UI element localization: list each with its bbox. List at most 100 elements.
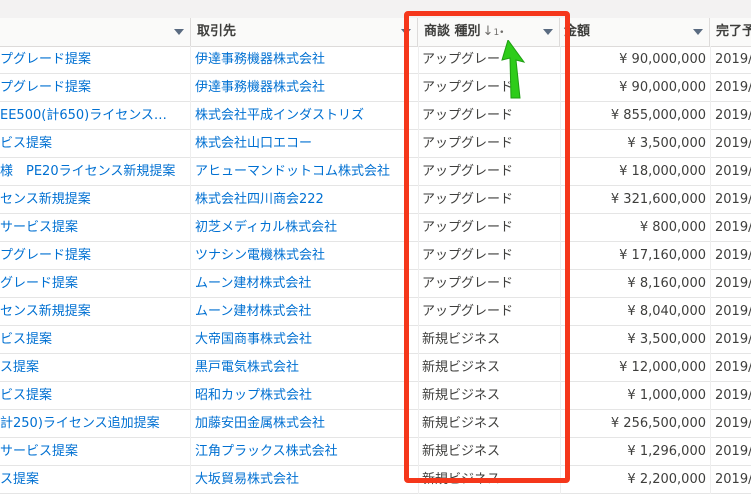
- amount-cell: ¥ 2,200,000: [560, 466, 710, 494]
- close-date-cell: 2019/: [710, 102, 751, 130]
- account-link[interactable]: 昭和カップ株式会社: [190, 382, 418, 410]
- account-link[interactable]: 初芝メディカル株式会社: [190, 214, 418, 242]
- close-date-cell: 2019/: [710, 410, 751, 438]
- amount-cell: ¥ 321,600,000: [560, 186, 710, 214]
- column-header-close-date[interactable]: 完了予: [710, 18, 751, 46]
- amount-cell: ¥ 18,000,000: [560, 158, 710, 186]
- opportunity-name-link[interactable]: サービス提案: [0, 438, 190, 466]
- opportunity-name-link[interactable]: サービス提案: [0, 214, 190, 242]
- opportunity-type-cell: 新規ビジネス: [418, 354, 560, 382]
- table-row: プグレード提案 ツナシン電機株式会社 アップグレード ¥ 17,160,000 2019…: [0, 242, 751, 270]
- close-date-cell: 2019/: [710, 438, 751, 466]
- amount-cell: ¥ 1,296,000: [560, 438, 710, 466]
- account-link[interactable]: アヒューマンドットコム株式会社: [190, 158, 418, 186]
- chevron-down-icon[interactable]: [693, 29, 703, 35]
- amount-cell: ¥ 12,000,000: [560, 354, 710, 382]
- close-date-cell: 2019/: [710, 326, 751, 354]
- account-link[interactable]: 株式会社四川商会222: [190, 186, 418, 214]
- opportunity-name-link[interactable]: ビス提案: [0, 326, 190, 354]
- close-date-cell: 2019/: [710, 74, 751, 102]
- amount-cell: ¥ 3,500,000: [560, 130, 710, 158]
- table-row: センス新規提案 株式会社四川商会222 アップグレード ¥ 321,600,000 20…: [0, 186, 751, 214]
- account-link[interactable]: 株式会社山口エコー: [190, 130, 418, 158]
- opportunity-type-cell: アップグレード: [418, 102, 560, 130]
- opportunity-name-link[interactable]: ビス提案: [0, 382, 190, 410]
- account-link[interactable]: ムーン建材株式会社: [190, 298, 418, 326]
- opportunity-name-link[interactable]: ビス提案: [0, 130, 190, 158]
- opportunity-type-cell: アップグレード: [418, 298, 560, 326]
- close-date-cell: 2019/: [710, 242, 751, 270]
- close-date-cell: 2019/: [710, 382, 751, 410]
- account-link[interactable]: ムーン建材株式会社: [190, 270, 418, 298]
- sort-descending-icon: ↓: [482, 24, 494, 39]
- opportunity-name-link[interactable]: ス提案: [0, 354, 190, 382]
- table-row: ビス提案 大帝国商事株式会社 新規ビジネス ¥ 3,500,000 2019/: [0, 326, 751, 354]
- account-link[interactable]: 伊達事務機器株式会社: [190, 46, 418, 74]
- column-header-label: 取引先: [197, 24, 237, 39]
- opportunity-name-link[interactable]: 計250)ライセンス追加提案: [0, 410, 190, 438]
- account-link[interactable]: 加藤安田金属株式会社: [190, 410, 418, 438]
- close-date-cell: 2019/: [710, 130, 751, 158]
- table-body: プグレード提案 伊達事務機器株式会社 アップグレー ¥ 90,000,000 2019/…: [0, 46, 751, 494]
- column-header-label: 金額: [564, 24, 591, 39]
- account-link[interactable]: 株式会社平成インダストリズ: [190, 102, 418, 130]
- opportunity-name-link[interactable]: グレード提案: [0, 270, 190, 298]
- opportunity-type-cell: アップグレード: [418, 270, 560, 298]
- pointer-arrow-icon: [501, 40, 526, 99]
- opportunity-name-link[interactable]: センス新規提案: [0, 298, 190, 326]
- column-header-name[interactable]: [0, 18, 191, 46]
- table-row: ス提案 大坂貿易株式会社 新規ビジネス ¥ 2,200,000 2019/: [0, 466, 751, 494]
- opportunity-name-link[interactable]: ス提案: [0, 466, 190, 494]
- amount-cell: ¥ 17,160,000: [560, 242, 710, 270]
- column-header-amount[interactable]: 金額: [560, 18, 710, 46]
- opportunity-type-cell: アップグレード: [418, 186, 560, 214]
- opportunity-type-cell: 新規ビジネス: [418, 382, 560, 410]
- opportunity-name-link[interactable]: センス新規提案: [0, 186, 190, 214]
- top-strip: [0, 0, 751, 19]
- table-row: ビス提案 株式会社山口エコー アップグレード ¥ 3,500,000 2019/: [0, 130, 751, 158]
- account-link[interactable]: 大坂貿易株式会社: [190, 466, 418, 494]
- column-header-opportunity-type[interactable]: 商談 種別 ↓1•: [418, 18, 560, 46]
- amount-cell: ¥ 256,500,000: [560, 410, 710, 438]
- close-date-cell: 2019/: [710, 354, 751, 382]
- opportunity-name-link[interactable]: プグレード提案: [0, 242, 190, 270]
- opportunity-type-cell: アップグレード: [418, 158, 560, 186]
- column-header-label: 完了予: [716, 24, 751, 39]
- account-link[interactable]: 伊達事務機器株式会社: [190, 74, 418, 102]
- account-link[interactable]: 大帝国商事株式会社: [190, 326, 418, 354]
- column-header-account[interactable]: 取引先: [191, 18, 418, 46]
- table-row: プグレード提案 伊達事務機器株式会社 アップグレード ¥ 90,000,000 2019…: [0, 74, 751, 102]
- close-date-cell: 2019/: [710, 158, 751, 186]
- close-date-cell: 2019/: [710, 214, 751, 242]
- opportunity-type-cell: 新規ビジネス: [418, 326, 560, 354]
- chevron-down-icon[interactable]: [401, 29, 411, 35]
- chevron-down-icon[interactable]: [174, 29, 184, 35]
- opportunity-name-link[interactable]: 様 PE20ライセンス新規提案: [0, 158, 190, 186]
- opportunity-name-link[interactable]: プグレード提案: [0, 74, 190, 102]
- amount-cell: ¥ 1,000,000: [560, 382, 710, 410]
- opportunity-type-cell: アップグレード: [418, 214, 560, 242]
- amount-cell: ¥ 8,160,000: [560, 270, 710, 298]
- account-link[interactable]: 黒戸電気株式会社: [190, 354, 418, 382]
- table-header: 取引先 商談 種別 ↓1• 金額 完了予: [0, 18, 751, 47]
- account-link[interactable]: ツナシン電機株式会社: [190, 242, 418, 270]
- opportunity-type-cell: 新規ビジネス: [418, 466, 560, 494]
- table-row: ス提案 黒戸電気株式会社 新規ビジネス ¥ 12,000,000 2019/: [0, 354, 751, 382]
- opportunity-type-cell: アップグレー: [418, 46, 560, 74]
- amount-cell: ¥ 8,040,000: [560, 298, 710, 326]
- table-row: EE500(計650)ライセンス… 株式会社平成インダストリズ アップグレード ¥ 8…: [0, 102, 751, 130]
- amount-cell: ¥ 90,000,000: [560, 74, 710, 102]
- opportunity-name-link[interactable]: プグレード提案: [0, 46, 190, 74]
- table-row: サービス提案 初芝メディカル株式会社 アップグレード ¥ 800,000 2019/: [0, 214, 751, 242]
- table-row: グレード提案 ムーン建材株式会社 アップグレード ¥ 8,160,000 2019/: [0, 270, 751, 298]
- amount-cell: ¥ 3,500,000: [560, 326, 710, 354]
- account-link[interactable]: 江角プラックス株式会社: [190, 438, 418, 466]
- chevron-down-icon[interactable]: [543, 29, 553, 35]
- column-header-label: 商談 種別: [424, 24, 481, 39]
- table-row: ビス提案 昭和カップ株式会社 新規ビジネス ¥ 1,000,000 2019/: [0, 382, 751, 410]
- opportunity-type-cell: アップグレード: [418, 130, 560, 158]
- opportunity-name-link[interactable]: EE500(計650)ライセンス…: [0, 102, 190, 130]
- table-row: サービス提案 江角プラックス株式会社 新規ビジネス ¥ 1,296,000 2019/: [0, 438, 751, 466]
- amount-cell: ¥ 855,000,000: [560, 102, 710, 130]
- amount-cell: ¥ 90,000,000: [560, 46, 710, 74]
